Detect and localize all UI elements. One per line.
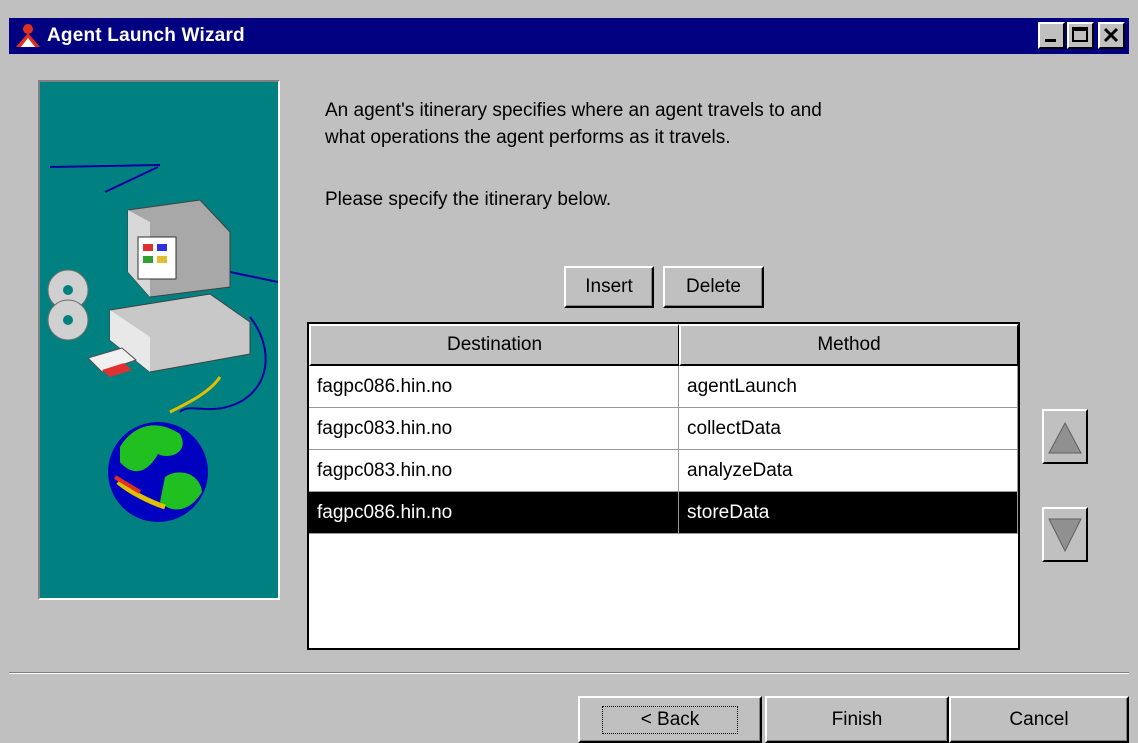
minimize-icon [1045, 39, 1056, 42]
agent-logo-icon [13, 21, 43, 51]
arrow-down-icon [1048, 518, 1082, 553]
table-header: Destination Method [309, 324, 1018, 366]
method-cell[interactable]: analyzeData [679, 450, 1018, 492]
itinerary-description: An agent's itinerary specifies where an … [325, 97, 1025, 151]
wizard-window: Agent Launch Wizard An agent's itinerary… [0, 0, 1138, 743]
window-controls [1038, 22, 1125, 49]
arrow-up-icon [1048, 421, 1082, 454]
method-cell[interactable]: collectData [679, 408, 1018, 450]
description-line-1: An agent's itinerary specifies where an … [325, 100, 822, 121]
column-header-method[interactable]: Method [679, 324, 1018, 366]
method-cell[interactable]: agentLaunch [679, 366, 1018, 408]
wizard-illustration [38, 80, 280, 600]
method-cell[interactable]: storeData [679, 492, 1018, 534]
back-button[interactable]: < Back [578, 696, 762, 743]
insert-button[interactable]: Insert [564, 266, 654, 308]
itinerary-table[interactable]: Destination Method fagpc086.hin.no agent… [307, 322, 1020, 650]
finish-button[interactable]: Finish [765, 696, 949, 743]
maximize-button[interactable] [1067, 22, 1094, 49]
minimize-button[interactable] [1038, 22, 1065, 49]
destination-cell[interactable]: fagpc086.hin.no [309, 492, 679, 534]
table-row[interactable]: fagpc083.hin.no collectData [309, 408, 1018, 450]
table-row-selected[interactable]: fagpc086.hin.no storeData [309, 492, 1018, 534]
move-down-button[interactable] [1042, 507, 1088, 562]
destination-cell[interactable]: fagpc083.hin.no [309, 408, 679, 450]
title-bar[interactable]: Agent Launch Wizard [9, 18, 1129, 54]
destination-cell[interactable]: fagpc086.hin.no [309, 366, 679, 408]
close-icon [1103, 27, 1119, 43]
footer-divider [9, 672, 1129, 674]
back-button-label: < Back [601, 705, 739, 734]
description-line-2: what operations the agent performs as it… [325, 127, 731, 148]
column-header-destination[interactable]: Destination [309, 324, 679, 366]
delete-button[interactable]: Delete [663, 266, 764, 308]
itinerary-prompt: Please specify the itinerary below. [325, 189, 612, 210]
destination-cell[interactable]: fagpc083.hin.no [309, 450, 679, 492]
close-button[interactable] [1098, 22, 1125, 49]
maximize-icon [1072, 27, 1088, 42]
table-row[interactable]: fagpc086.hin.no agentLaunch [309, 366, 1018, 408]
window-title: Agent Launch Wizard [47, 25, 245, 46]
move-up-button[interactable] [1042, 409, 1088, 464]
table-row[interactable]: fagpc083.hin.no analyzeData [309, 450, 1018, 492]
cancel-button[interactable]: Cancel [949, 696, 1129, 743]
